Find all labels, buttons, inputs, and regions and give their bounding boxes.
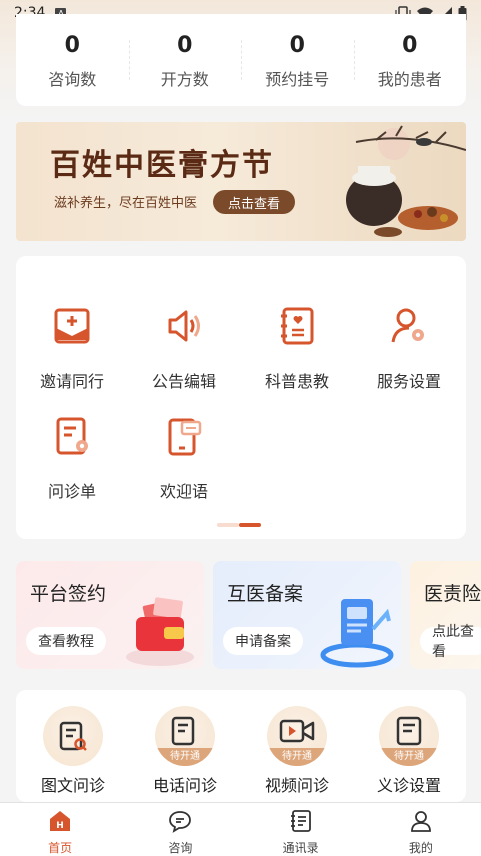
- announcement-edit-item[interactable]: 公告编辑: [128, 304, 240, 392]
- stats-card: 0 咨询数 0 开方数 0 预约挂号 0 我的患者: [16, 14, 466, 106]
- chat-icon: [169, 811, 192, 833]
- user-gear-icon: [391, 308, 424, 343]
- welcome-message-item[interactable]: 欢迎语: [128, 414, 240, 502]
- stat-prescriptions[interactable]: 0 开方数: [128, 32, 242, 90]
- stat-value: 0: [289, 33, 305, 58]
- tab-contacts[interactable]: 通讯录: [241, 803, 361, 856]
- phone-consult-item[interactable]: 待开通 电话问诊: [130, 706, 240, 796]
- banner-subtitle: 滋补养生，尽在百姓中医: [54, 196, 198, 211]
- consult-icon-circle: 待开通: [267, 706, 327, 766]
- function-label: 问诊单: [47, 482, 96, 501]
- pending-badge: 待开通: [267, 748, 327, 766]
- consult-icon-circle: 待开通: [155, 706, 215, 766]
- function-label: 邀请同行: [39, 372, 104, 391]
- consult-label: 义诊设置: [376, 776, 441, 795]
- page-dot: [217, 523, 239, 527]
- patient-education-item[interactable]: 科普患教: [241, 304, 353, 392]
- banner-title: 百姓中医膏方节: [50, 148, 274, 183]
- home-icon: H: [50, 811, 71, 831]
- notebook-heart-icon: [281, 307, 314, 345]
- document-settings-icon: [396, 716, 422, 746]
- stat-patients[interactable]: 0 我的患者: [353, 32, 467, 90]
- consult-label: 电话问诊: [152, 776, 217, 795]
- phone-message-icon: [168, 418, 202, 456]
- tab-home[interactable]: H 首页: [0, 803, 120, 856]
- stat-label: 我的患者: [377, 70, 442, 89]
- promo-banner[interactable]: 百姓中医膏方节 滋补养生，尽在百姓中医 点击查看: [16, 122, 466, 241]
- function-grid: 邀请同行 公告编辑 科普患教 服务设置 问诊单 欢迎语: [16, 256, 466, 539]
- video-camera-icon: [279, 719, 315, 743]
- apply-filing-button[interactable]: 申请备案: [223, 627, 303, 655]
- stat-value: 0: [402, 33, 418, 58]
- free-clinic-settings-item[interactable]: 待开通 义诊设置: [354, 706, 464, 796]
- form-gear-icon: [56, 417, 88, 455]
- profile-icon: [410, 811, 431, 832]
- internet-filing-card[interactable]: 互医备案 申请备案: [213, 561, 401, 669]
- pending-badge: 待开通: [379, 748, 439, 766]
- view-insurance-button[interactable]: 点此查看: [420, 624, 481, 660]
- stat-value: 0: [64, 33, 80, 58]
- promo-title: 平台签约: [30, 583, 107, 605]
- stat-label: 咨询数: [48, 70, 97, 89]
- function-label: 科普患教: [264, 372, 329, 391]
- banner-illustration: [346, 125, 466, 237]
- tab-label: 咨询: [168, 841, 193, 855]
- tab-consult[interactable]: 咨询: [120, 803, 240, 856]
- page-dot-active: [239, 523, 261, 527]
- contacts-icon: [290, 810, 311, 832]
- promo-title: 互医备案: [227, 583, 304, 605]
- function-label: 公告编辑: [151, 372, 216, 391]
- wallet-illustration: [126, 597, 194, 666]
- function-label: 欢迎语: [159, 482, 208, 501]
- consult-icon-circle: 待开通: [379, 706, 439, 766]
- document-search-icon: [59, 721, 87, 751]
- consult-icon-circle: [43, 706, 103, 766]
- text-consult-item[interactable]: 图文问诊: [18, 706, 128, 796]
- consult-form-item[interactable]: 问诊单: [16, 414, 128, 502]
- video-consult-item[interactable]: 待开通 视频问诊: [242, 706, 352, 796]
- bottom-tab-bar: H 首页 咨询 通讯录 我的: [0, 802, 481, 856]
- invite-colleague-item[interactable]: 邀请同行: [16, 304, 128, 392]
- view-tutorial-button[interactable]: 查看教程: [26, 627, 106, 655]
- liability-insurance-card[interactable]: 医责险 点此查看: [410, 561, 481, 669]
- tab-label: 通讯录: [282, 841, 319, 855]
- tab-profile[interactable]: 我的: [361, 803, 481, 856]
- id-card-illustration: [320, 599, 394, 668]
- stat-value: 0: [177, 33, 193, 58]
- envelope-plus-icon: [54, 308, 90, 344]
- pending-badge: 待开通: [155, 748, 215, 766]
- function-label: 服务设置: [376, 372, 441, 391]
- consult-services-card: 图文问诊 待开通 电话问诊 待开通 视频问诊 待开通 义诊设置: [16, 690, 466, 802]
- service-settings-item[interactable]: 服务设置: [353, 304, 465, 392]
- platform-sign-card[interactable]: 平台签约 查看教程: [16, 561, 204, 669]
- stat-appointments[interactable]: 0 预约挂号: [241, 32, 354, 90]
- document-phone-icon: [171, 716, 195, 746]
- consult-label: 视频问诊: [264, 776, 329, 795]
- page-indicator: [217, 523, 261, 527]
- banner-view-button[interactable]: 点击查看: [213, 190, 295, 214]
- stat-label: 预约挂号: [265, 70, 330, 89]
- tab-label: 首页: [48, 841, 73, 855]
- stat-consults[interactable]: 0 咨询数: [16, 32, 129, 90]
- tab-label: 我的: [408, 841, 433, 855]
- consult-label: 图文问诊: [40, 776, 105, 795]
- promo-title: 医责险: [424, 583, 481, 605]
- svg-text:H: H: [56, 821, 64, 831]
- stat-label: 开方数: [160, 70, 209, 89]
- speaker-icon: [168, 310, 200, 342]
